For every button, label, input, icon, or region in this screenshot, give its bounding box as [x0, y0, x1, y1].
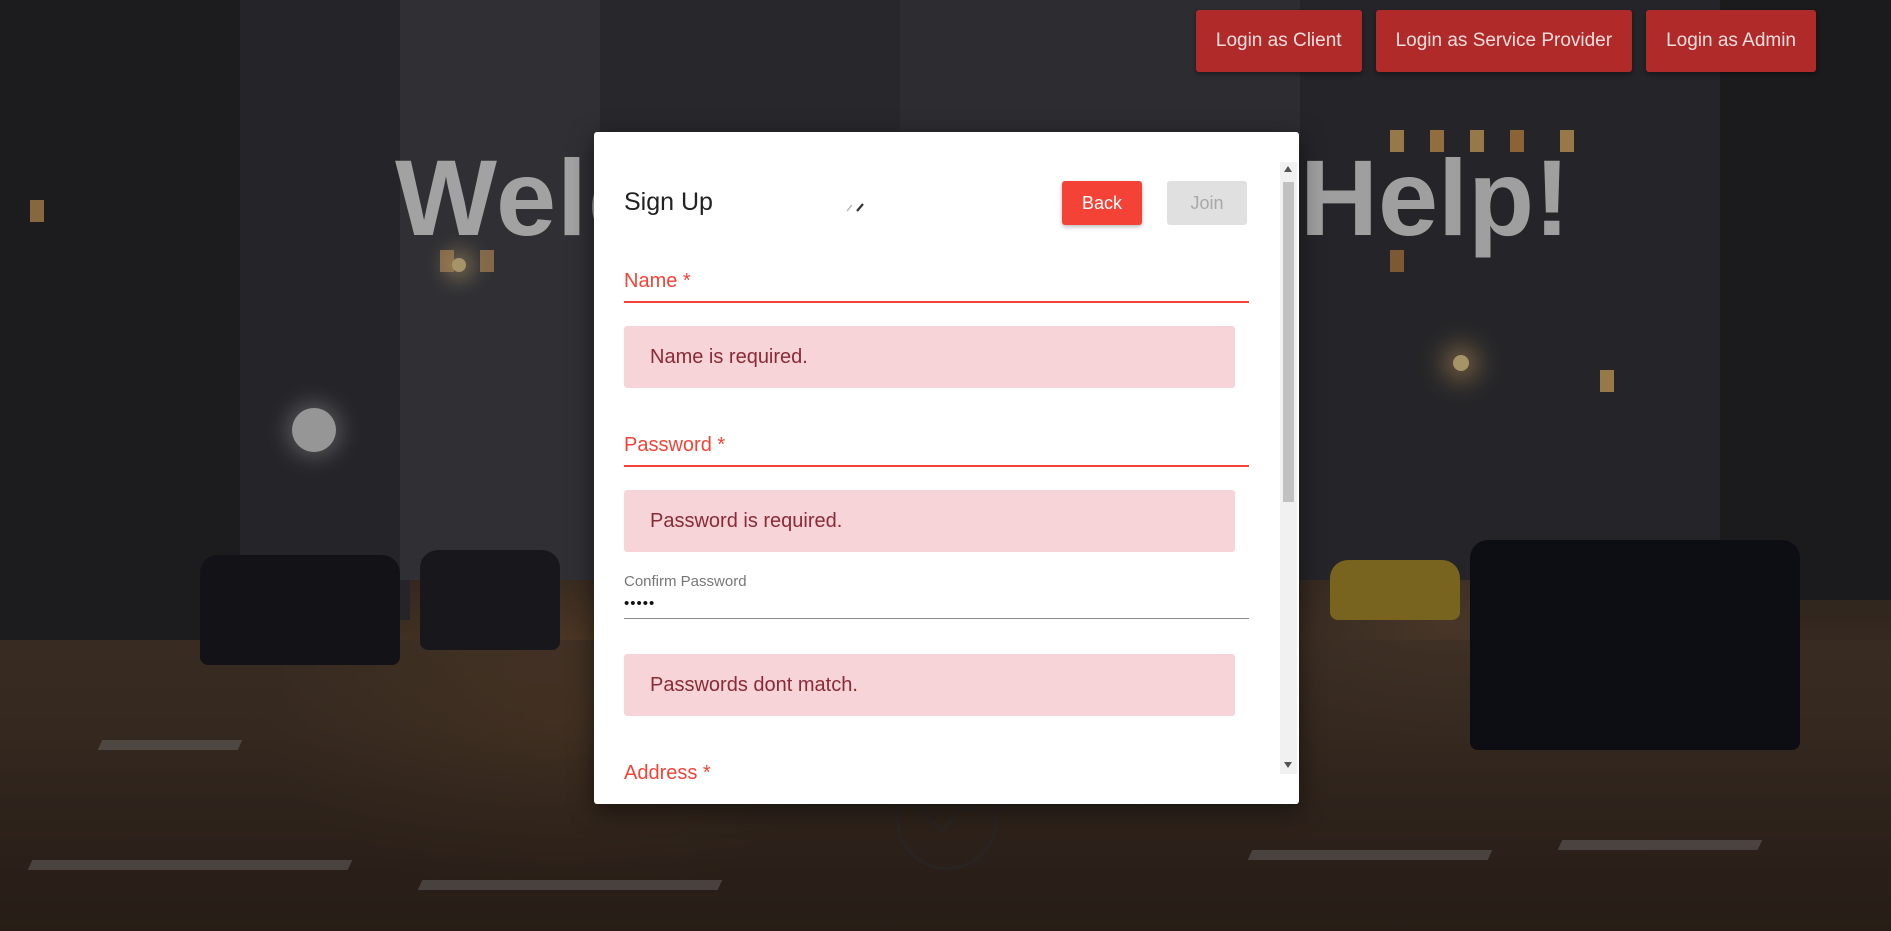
login-client-button[interactable]: Login as Client — [1195, 10, 1362, 72]
confirm-password-field[interactable]: Confirm Password ••••• — [624, 573, 1249, 623]
name-underline — [624, 301, 1249, 303]
scrollbar-thumb[interactable] — [1283, 182, 1294, 502]
confirm-password-label: Confirm Password — [624, 573, 747, 590]
modal-title: Sign Up — [624, 188, 713, 216]
address-field[interactable]: Address * — [624, 762, 1249, 802]
join-button[interactable]: Join — [1167, 181, 1247, 225]
password-input[interactable] — [624, 434, 1249, 462]
back-button[interactable]: Back — [1062, 181, 1142, 225]
pencil-icon — [846, 203, 864, 212]
signup-modal: Sign Up Back Join Name * Name is require… — [594, 132, 1299, 804]
password-field[interactable]: Password * — [624, 434, 1249, 478]
address-label: Address * — [624, 762, 711, 784]
name-field[interactable]: Name * — [624, 270, 1249, 314]
confirm-password-input[interactable]: ••••• — [624, 595, 655, 612]
name-error-alert: Name is required. — [624, 326, 1235, 388]
password-underline — [624, 465, 1249, 467]
signup-modal-content[interactable]: Sign Up Back Join Name * Name is require… — [594, 132, 1280, 804]
top-nav: Login as Client Login as Service Provide… — [1195, 10, 1816, 72]
scroll-down-arrow-icon[interactable] — [1284, 762, 1292, 768]
login-admin-button[interactable]: Login as Admin — [1646, 10, 1816, 72]
modal-scrollbar[interactable] — [1280, 162, 1297, 774]
confirm-password-underline — [624, 618, 1249, 619]
hero-title-right: Help! — [1300, 137, 1570, 258]
password-error-alert: Password is required. — [624, 490, 1235, 552]
name-input[interactable] — [624, 270, 1249, 298]
scroll-up-arrow-icon[interactable] — [1284, 166, 1292, 172]
confirm-password-error-alert: Passwords dont match. — [624, 654, 1235, 716]
login-service-provider-button[interactable]: Login as Service Provider — [1375, 10, 1633, 72]
